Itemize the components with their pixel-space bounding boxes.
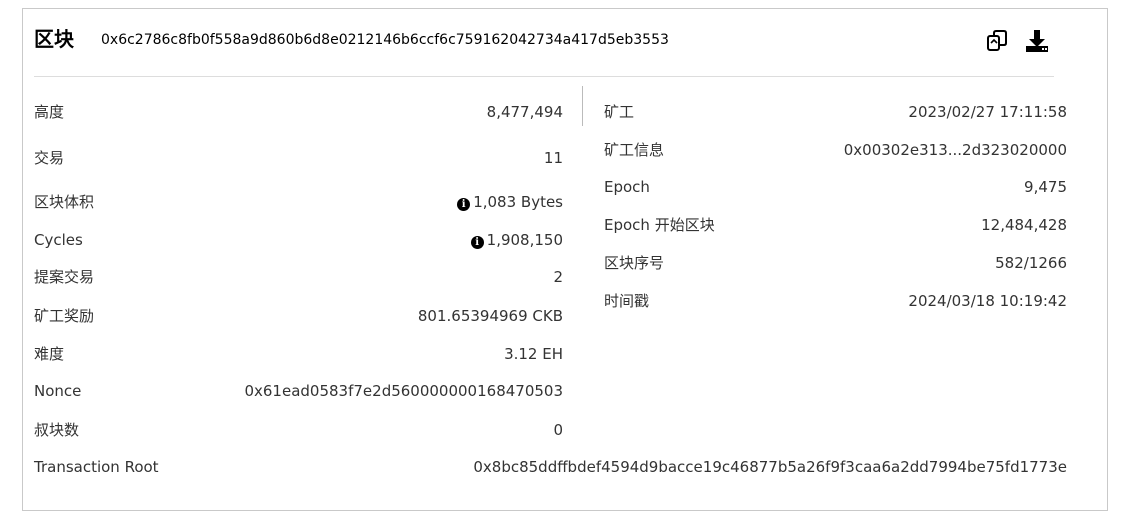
row-block-index: 区块序号 582/1266 <box>604 251 1067 275</box>
cycles-value: 1,908,150 <box>486 231 563 249</box>
download-icon[interactable] <box>1024 28 1050 54</box>
transactions-value[interactable]: 11 <box>544 146 563 170</box>
miner-info-label: 矿工信息 <box>604 141 665 159</box>
row-miner-info: 矿工信息 0x00302e313...2d323020000 <box>604 138 1067 162</box>
epoch-start-block-label: Epoch 开始区块 <box>604 216 715 234</box>
miner-reward-label: 矿工奖励 <box>34 307 95 325</box>
timestamp-label: 时间戳 <box>604 292 650 310</box>
cycles-label: Cycles <box>34 231 83 249</box>
miner-reward-value: 801.65394969 CKB <box>417 307 563 325</box>
copy-icon[interactable] <box>985 28 1011 54</box>
row-miner: 矿工 2023/02/27 17:11:58 <box>604 100 1067 124</box>
height-value: 8,477,494 <box>486 103 563 121</box>
column-divider <box>582 86 583 126</box>
nonce-value: 0x61ead0583f7e2d560000000168470503 <box>244 382 563 400</box>
miner-info-value: 0x00302e313...2d323020000 <box>843 141 1067 159</box>
row-difficulty: 难度 3.12 EH <box>34 342 563 366</box>
timestamp-value: 2024/03/18 10:19:42 <box>908 292 1067 310</box>
block-hash: 0x6c2786c8fb0f558a9d860b6d8e0212146b6ccf… <box>101 32 669 48</box>
block-index-label: 区块序号 <box>604 254 665 272</box>
row-nonce: Nonce 0x61ead0583f7e2d560000000168470503 <box>34 379 563 403</box>
miner-value: 2023/02/27 17:11:58 <box>908 103 1067 121</box>
transaction-root-label: Transaction Root <box>34 458 159 476</box>
info-icon[interactable]: i <box>457 198 471 211</box>
row-miner-reward: 矿工奖励 801.65394969 CKB <box>34 304 563 328</box>
header-divider <box>34 76 1054 77</box>
row-proposal-transactions: 提案交易 2 <box>34 265 563 289</box>
difficulty-value: 3.12 EH <box>504 345 563 363</box>
uncle-count-label: 叔块数 <box>34 421 80 439</box>
proposal-transactions-value: 2 <box>553 268 563 286</box>
row-cycles: Cycles i 1,908,150 <box>34 228 563 252</box>
uncle-count-value: 0 <box>553 421 563 439</box>
transactions-label: 交易 <box>34 149 65 167</box>
height-label: 高度 <box>34 103 65 121</box>
epoch-value: 9,475 <box>1024 178 1067 196</box>
block-header: 区块 0x6c2786c8fb0f558a9d860b6d8e0212146b6… <box>34 28 1054 68</box>
row-epoch: Epoch 9,475 <box>604 175 1067 199</box>
row-uncle-count: 叔块数 0 <box>34 418 563 442</box>
transaction-root-value: 0x8bc85ddffbdef4594d9bacce19c46877b5a26f… <box>473 458 1067 476</box>
proposal-transactions-label: 提案交易 <box>34 268 95 286</box>
page-title: 区块 <box>34 27 74 51</box>
difficulty-label: 难度 <box>34 345 65 363</box>
nonce-label: Nonce <box>34 382 82 400</box>
row-timestamp: 时间戳 2024/03/18 10:19:42 <box>604 289 1067 313</box>
miner-label: 矿工 <box>604 103 635 121</box>
row-height: 高度 8,477,494 <box>34 100 563 124</box>
row-transaction-root: Transaction Root 0x8bc85ddffbdef4594d9ba… <box>34 455 1067 479</box>
row-block-size: 区块体积 i 1,083 Bytes <box>34 190 563 214</box>
info-icon[interactable]: i <box>470 236 484 249</box>
block-index-value: 582/1266 <box>995 254 1067 272</box>
epoch-label: Epoch <box>604 178 650 196</box>
epoch-start-block-value[interactable]: 12,484,428 <box>981 213 1067 237</box>
row-epoch-start-block: Epoch 开始区块 12,484,428 <box>604 213 1067 237</box>
block-size-label: 区块体积 <box>34 193 95 211</box>
row-transactions: 交易 11 <box>34 146 563 170</box>
block-size-value: 1,083 Bytes <box>473 193 563 211</box>
